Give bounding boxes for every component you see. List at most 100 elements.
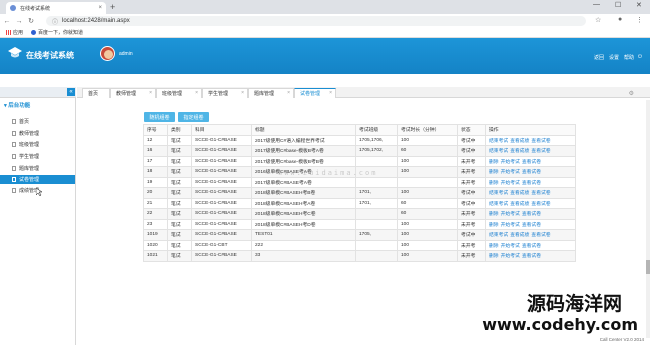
cell-status: 考试中 bbox=[457, 145, 486, 157]
header-link-back[interactable]: 返回 bbox=[594, 54, 604, 61]
cell-status: 未开考 bbox=[457, 155, 486, 167]
manual-paper-button[interactable]: 指定组卷 bbox=[178, 112, 209, 122]
new-tab-icon[interactable]: + bbox=[110, 2, 115, 12]
cell-subject: SCCE-G1-C#BASE bbox=[191, 197, 252, 209]
sidebar-group-title[interactable]: ▾ 后台功能 bbox=[4, 101, 30, 109]
tab-questions[interactable]: 题库管理 × bbox=[248, 88, 294, 98]
tab-students[interactable]: 学生管理 × bbox=[202, 88, 248, 98]
tab-label: 教师管理 bbox=[116, 91, 137, 97]
tab-papers[interactable]: 试卷管理 × bbox=[294, 88, 336, 98]
action-link[interactable]: 删除 bbox=[489, 212, 499, 217]
action-link[interactable]: 查看试卷 bbox=[522, 223, 541, 228]
action-link[interactable]: 查看成绩 bbox=[510, 191, 529, 196]
action-link[interactable]: 删除 bbox=[489, 254, 499, 259]
cell-classes: 1701, bbox=[355, 197, 398, 209]
action-link[interactable]: 查看成绩 bbox=[510, 139, 529, 144]
sidebar-item-teachers[interactable]: 教师管理 bbox=[0, 129, 75, 138]
action-link[interactable]: 结束考试 bbox=[489, 191, 508, 196]
action-link[interactable]: 查看成绩 bbox=[510, 233, 529, 238]
page-scrollbar[interactable] bbox=[646, 100, 650, 338]
tab-teachers[interactable]: 教师管理 × bbox=[110, 88, 156, 98]
header-power-icon[interactable]: ⏻ bbox=[638, 54, 642, 60]
action-link[interactable]: 查看成绩 bbox=[510, 202, 529, 207]
action-link[interactable]: 结束考试 bbox=[489, 139, 508, 144]
tab-home[interactable]: 首页 bbox=[82, 88, 110, 98]
apps-grid-icon bbox=[6, 30, 11, 35]
action-link[interactable]: 删除 bbox=[489, 244, 499, 249]
avatar[interactable] bbox=[100, 46, 115, 61]
action-link[interactable]: 查看成绩 bbox=[510, 149, 529, 154]
browser-tab[interactable]: 在线考试系统 × bbox=[6, 2, 106, 14]
header-link-settings[interactable]: 设置 bbox=[609, 54, 619, 61]
back-icon[interactable]: ← bbox=[2, 18, 12, 25]
profile-icon[interactable]: ● bbox=[618, 16, 622, 23]
sidebar-item-papers[interactable]: 试卷管理 bbox=[0, 175, 75, 184]
minimize-icon[interactable]: — bbox=[593, 1, 600, 8]
forward-icon[interactable]: → bbox=[14, 18, 24, 25]
sidebar-item-questions[interactable]: 题库管理 bbox=[0, 164, 75, 173]
random-paper-button[interactable]: 随机组卷 bbox=[144, 112, 175, 122]
close-tab-icon[interactable]: × bbox=[241, 90, 244, 96]
cell-cat: 笔试 bbox=[167, 250, 192, 262]
maximize-icon[interactable]: ☐ bbox=[615, 1, 621, 9]
close-tab-icon[interactable]: × bbox=[149, 90, 152, 96]
action-link[interactable]: 开始考试 bbox=[501, 181, 520, 186]
cell-subject: SCCE-G1-CBT bbox=[191, 239, 252, 251]
close-window-icon[interactable]: ✕ bbox=[636, 1, 642, 9]
sidebar-item-classes[interactable]: 班级管理 bbox=[0, 140, 75, 149]
action-link[interactable]: 结束考试 bbox=[489, 149, 508, 154]
tab-classes[interactable]: 班级管理 × bbox=[156, 88, 202, 98]
action-link[interactable]: 删除 bbox=[489, 181, 499, 186]
action-link[interactable]: 开始考试 bbox=[501, 223, 520, 228]
action-link[interactable]: 开始考试 bbox=[501, 254, 520, 259]
cell-subject: SCCE-G1-C#BASE bbox=[191, 229, 252, 241]
close-tab-icon[interactable]: × bbox=[195, 90, 198, 96]
table-row: 1021 笔试 SCCE-G1-C#BASE 33 100 未开考 删除 开始考试 查看试卷 bbox=[143, 250, 576, 262]
action-link[interactable]: 开始考试 bbox=[501, 212, 520, 217]
action-link[interactable]: 查看试卷 bbox=[531, 202, 550, 207]
cell-status: 考试中 bbox=[457, 134, 486, 146]
action-link[interactable]: 查看试卷 bbox=[531, 149, 550, 154]
star-icon[interactable]: ☆ bbox=[595, 16, 601, 24]
action-link[interactable]: 查看试卷 bbox=[522, 181, 541, 186]
action-link[interactable]: 查看试卷 bbox=[522, 160, 541, 165]
menu-dots-icon[interactable]: ⋮ bbox=[636, 16, 643, 24]
sidebar-item-label: 试卷管理 bbox=[19, 177, 40, 183]
action-link[interactable]: 查看试卷 bbox=[522, 170, 541, 175]
action-link[interactable]: 查看试卷 bbox=[522, 212, 541, 217]
action-link[interactable]: 结束考试 bbox=[489, 233, 508, 238]
action-link[interactable]: 查看试卷 bbox=[531, 139, 550, 144]
action-link[interactable]: 删除 bbox=[489, 170, 499, 175]
sidebar-item-home[interactable]: 首页 bbox=[0, 117, 75, 126]
action-link[interactable]: 查看试卷 bbox=[522, 244, 541, 249]
action-link[interactable]: 查看试卷 bbox=[522, 254, 541, 259]
bookmark-apps[interactable]: 应用 bbox=[6, 29, 23, 36]
collapse-sidebar-icon[interactable]: « bbox=[67, 88, 75, 96]
action-link[interactable]: 开始考试 bbox=[501, 244, 520, 249]
action-link[interactable]: 删除 bbox=[489, 223, 499, 228]
close-tab-icon[interactable]: × bbox=[329, 90, 332, 96]
cell-cat: 笔试 bbox=[167, 155, 192, 167]
papers-table: 序号 类别 科目 标题 考试班级 考试时长（分钟） 状态 操作 12 笔试 SCCE… bbox=[143, 124, 576, 262]
close-tab-icon[interactable]: × bbox=[98, 5, 102, 11]
header-link-help[interactable]: 帮助 bbox=[624, 54, 634, 61]
action-link[interactable]: 开始考试 bbox=[501, 170, 520, 175]
url-bar[interactable]: ⓘ localhost:2428/main.aspx bbox=[46, 16, 586, 26]
action-link[interactable]: 查看试卷 bbox=[531, 233, 550, 238]
cell-title: 2018级单模C#BASEH考C卷 bbox=[251, 208, 356, 220]
close-tab-icon[interactable]: × bbox=[287, 90, 290, 96]
bookmark-baidu[interactable]: 百度一下，你就知道 bbox=[31, 29, 83, 36]
sidebar-item-students[interactable]: 学生管理 bbox=[0, 152, 75, 161]
action-link[interactable]: 删除 bbox=[489, 160, 499, 165]
cell-title: 2018级单模C#BASEH考B卷 bbox=[251, 187, 356, 199]
action-link[interactable]: 开始考试 bbox=[501, 160, 520, 165]
cell-cat: 笔试 bbox=[167, 145, 192, 157]
scrollbar-thumb[interactable] bbox=[646, 260, 650, 274]
reload-icon[interactable]: ↻ bbox=[26, 17, 36, 25]
action-link[interactable]: 查看试卷 bbox=[531, 191, 550, 196]
cell-status: 考试中 bbox=[457, 187, 486, 199]
cell-duration: 100 bbox=[397, 250, 458, 262]
cell-cat: 笔试 bbox=[167, 187, 192, 199]
tabs-options-icon[interactable]: ⚙ bbox=[629, 90, 634, 97]
action-link[interactable]: 结束考试 bbox=[489, 202, 508, 207]
